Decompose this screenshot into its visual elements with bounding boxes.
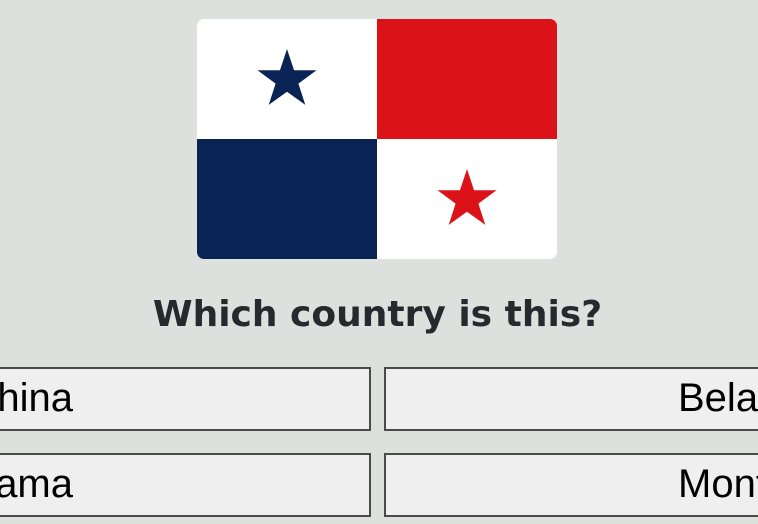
answer-button-1[interactable]: China — [0, 367, 371, 431]
flag-blue-bottom-left — [197, 139, 377, 259]
answer-label: Belarus — [678, 376, 758, 420]
answer-button-4[interactable]: Montserrat — [384, 453, 758, 517]
answer-button-2[interactable]: Belarus — [384, 367, 758, 431]
question-text: Which country is this? — [152, 294, 603, 335]
answer-button-3[interactable]: Panama — [0, 453, 371, 517]
panama-flag — [197, 19, 557, 259]
answer-label: China — [0, 376, 73, 420]
answer-label: Montserrat — [678, 462, 758, 506]
flag-red-top-right — [377, 19, 557, 139]
answer-label: Panama — [0, 462, 73, 506]
flag-image — [197, 19, 557, 259]
quiz-screen: Which country is this? China Belarus Pan… — [0, 0, 758, 524]
